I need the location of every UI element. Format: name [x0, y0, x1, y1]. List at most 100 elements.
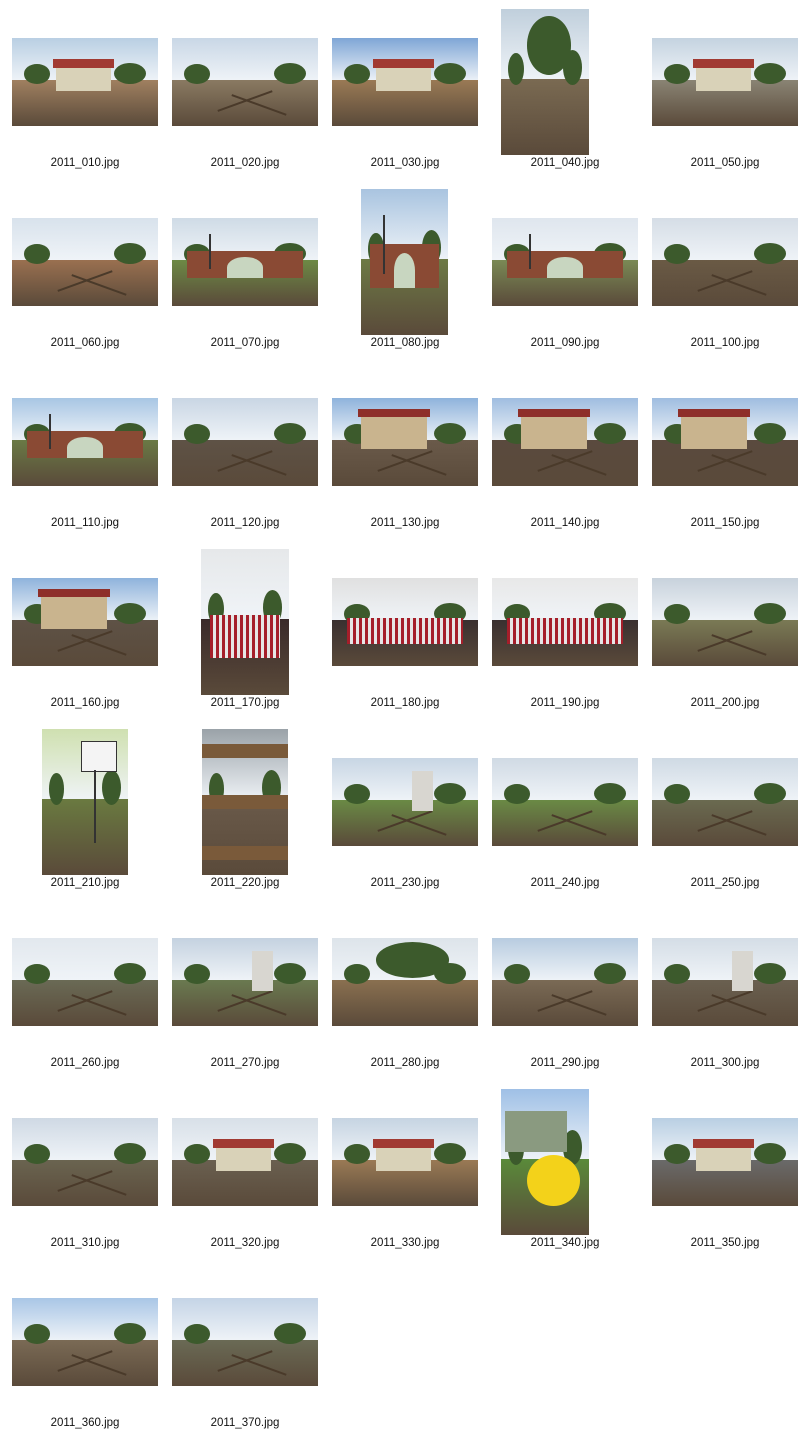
thumbnail-item[interactable]: 2011_160.jpg: [10, 540, 170, 720]
thumbnail-image[interactable]: [42, 729, 128, 875]
thumbnail-image[interactable]: [12, 578, 158, 666]
thumbnail-filename: 2011_320.jpg: [210, 1237, 280, 1249]
thumbnail-image[interactable]: [652, 938, 798, 1026]
thumbnail-item[interactable]: 2011_370.jpg: [170, 1260, 330, 1440]
thumbnail-image[interactable]: [652, 758, 798, 846]
photo-sign: [80, 740, 118, 772]
thumbnail-image[interactable]: [492, 578, 638, 666]
thumbnail-image[interactable]: [492, 218, 638, 306]
photo-tree: [274, 962, 307, 984]
thumbnail-item[interactable]: 2011_070.jpg: [170, 180, 330, 360]
photo-building: [505, 1110, 567, 1152]
thumbnail-item[interactable]: 2011_020.jpg: [170, 0, 330, 180]
thumbnail-image[interactable]: [12, 938, 158, 1026]
photo-roof: [38, 588, 110, 598]
thumbnail-filename: 2011_220.jpg: [210, 877, 280, 889]
thumbnail-item[interactable]: 2011_230.jpg: [330, 720, 490, 900]
thumbnail-image[interactable]: [12, 398, 158, 486]
thumbnail-image[interactable]: [652, 38, 798, 126]
thumbnail-image[interactable]: [492, 398, 638, 486]
thumbnail-item[interactable]: 2011_130.jpg: [330, 360, 490, 540]
thumbnail-item[interactable]: 2011_280.jpg: [330, 900, 490, 1080]
thumbnail-item[interactable]: 2011_250.jpg: [650, 720, 810, 900]
thumbnail-image[interactable]: [652, 398, 798, 486]
thumbnail-item[interactable]: 2011_240.jpg: [490, 720, 650, 900]
thumbnail-image[interactable]: [332, 578, 478, 666]
thumbnail-item[interactable]: 2011_310.jpg: [10, 1080, 170, 1260]
thumbnail-item[interactable]: 2011_050.jpg: [650, 0, 810, 180]
thumbnail-image[interactable]: [332, 1118, 478, 1206]
thumbnail-filename: 2011_090.jpg: [530, 337, 600, 349]
photo-ground: [332, 980, 478, 1026]
thumbnail-item[interactable]: 2011_090.jpg: [490, 180, 650, 360]
photo-ground: [12, 1160, 158, 1206]
thumbnail-item[interactable]: 2011_200.jpg: [650, 540, 810, 720]
thumbnail-filename: 2011_370.jpg: [210, 1417, 280, 1429]
photo-signal-post: [48, 413, 51, 450]
photo-roof: [692, 59, 755, 68]
thumbnail-filename: 2011_150.jpg: [690, 517, 760, 529]
thumbnail-image[interactable]: [202, 729, 288, 875]
thumbnail-filename: 2011_030.jpg: [370, 157, 440, 169]
thumbnail-image[interactable]: [12, 38, 158, 126]
thumbnail-item[interactable]: 2011_220.jpg: [170, 720, 330, 900]
thumbnail-item[interactable]: 2011_030.jpg: [330, 0, 490, 180]
thumbnail-image[interactable]: [172, 38, 318, 126]
thumbnail-image[interactable]: [201, 549, 289, 695]
thumbnail-item[interactable]: 2011_330.jpg: [330, 1080, 490, 1260]
thumbnail-item[interactable]: 2011_360.jpg: [10, 1260, 170, 1440]
thumbnail-image[interactable]: [501, 1089, 589, 1235]
thumbnail-image[interactable]: [172, 1298, 318, 1386]
thumbnail-item[interactable]: 2011_270.jpg: [170, 900, 330, 1080]
thumbnail-image[interactable]: [332, 758, 478, 846]
photo-arch: [67, 436, 103, 458]
thumbnail-image[interactable]: [652, 218, 798, 306]
photo-tree: [663, 604, 690, 624]
photo-tree: [274, 1322, 307, 1344]
thumbnail-item[interactable]: 2011_190.jpg: [490, 540, 650, 720]
thumbnail-image[interactable]: [332, 398, 478, 486]
photo-ground: [202, 799, 288, 875]
thumbnail-image[interactable]: [172, 398, 318, 486]
thumbnail-image[interactable]: [12, 218, 158, 306]
thumbnail-item[interactable]: 2011_120.jpg: [170, 360, 330, 540]
thumbnail-item[interactable]: 2011_260.jpg: [10, 900, 170, 1080]
photo-tree: [754, 962, 787, 984]
thumbnail-item[interactable]: 2011_080.jpg: [330, 180, 490, 360]
thumbnail-image[interactable]: [332, 38, 478, 126]
thumbnail-image[interactable]: [361, 189, 448, 335]
thumbnail-item[interactable]: 2011_060.jpg: [10, 180, 170, 360]
thumbnail-image[interactable]: [492, 938, 638, 1026]
thumbnail-item[interactable]: 2011_100.jpg: [650, 180, 810, 360]
thumbnail-image[interactable]: [172, 1118, 318, 1206]
thumbnail-item[interactable]: 2011_150.jpg: [650, 360, 810, 540]
thumbnail-image[interactable]: [652, 578, 798, 666]
thumbnail-image[interactable]: [492, 758, 638, 846]
thumbnail-item[interactable]: 2011_300.jpg: [650, 900, 810, 1080]
thumbnail-item[interactable]: 2011_210.jpg: [10, 720, 170, 900]
thumbnail-item[interactable]: 2011_110.jpg: [10, 360, 170, 540]
thumbnail-image[interactable]: [652, 1118, 798, 1206]
photo-signal-box: [361, 413, 427, 450]
thumbnail-item[interactable]: 2011_140.jpg: [490, 360, 650, 540]
thumbnail-item[interactable]: 2011_340.jpg: [490, 1080, 650, 1260]
thumbnail-item[interactable]: 2011_350.jpg: [650, 1080, 810, 1260]
thumbnail-item[interactable]: 2011_010.jpg: [10, 0, 170, 180]
thumbnail-filename: 2011_270.jpg: [210, 1057, 280, 1069]
thumbnail-image[interactable]: [332, 938, 478, 1026]
photo-tree: [183, 1324, 210, 1344]
photo-sleeper: [202, 794, 288, 810]
thumbnail-image[interactable]: [172, 218, 318, 306]
thumbnail-item[interactable]: 2011_320.jpg: [170, 1080, 330, 1260]
thumbnail-item[interactable]: 2011_170.jpg: [170, 540, 330, 720]
thumbnail-image[interactable]: [172, 938, 318, 1026]
photo-ground: [652, 980, 798, 1026]
photo-signal-post: [93, 769, 96, 843]
thumbnail-image[interactable]: [501, 9, 589, 155]
photo-building: [215, 1144, 272, 1171]
thumbnail-item[interactable]: 2011_290.jpg: [490, 900, 650, 1080]
thumbnail-item[interactable]: 2011_040.jpg: [490, 0, 650, 180]
thumbnail-image[interactable]: [12, 1298, 158, 1386]
thumbnail-item[interactable]: 2011_180.jpg: [330, 540, 490, 720]
thumbnail-image[interactable]: [12, 1118, 158, 1206]
